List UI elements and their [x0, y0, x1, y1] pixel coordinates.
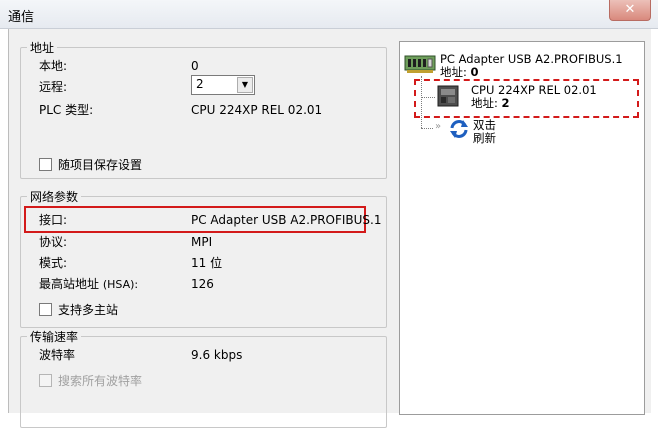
baud-legend: 传输速率	[27, 328, 82, 345]
checkbox-box[interactable]	[39, 303, 52, 316]
protocol-label: 协议:	[39, 235, 68, 249]
interface-label: 接口:	[39, 213, 68, 227]
hsa-value: 126	[191, 277, 214, 291]
baud-rate-label: 波特率	[39, 348, 76, 362]
checkbox-box[interactable]	[39, 374, 52, 387]
checkbox-box[interactable]	[39, 158, 52, 171]
double-arrow-icon: »	[435, 121, 442, 132]
close-button[interactable]: ✕	[609, 0, 651, 21]
cpu-address: 地址: 2	[471, 97, 510, 110]
search-all-baud-checkbox[interactable]: 搜索所有波特率	[39, 373, 142, 389]
baud-rate-value: 9.6 kbps	[191, 348, 243, 362]
interface-value: PC Adapter USB A2.PROFIBUS.1	[191, 213, 382, 227]
save-with-project-label: 随项目保存设置	[58, 158, 143, 172]
chevron-down-icon[interactable]: ▼	[237, 77, 253, 93]
plc-type-value: CPU 224XP REL 02.01	[191, 103, 323, 117]
plc-type-label: PLC 类型:	[39, 103, 94, 117]
mode-value: 11 位	[191, 256, 223, 270]
local-value: 0	[191, 59, 199, 73]
refresh-label-line2[interactable]: 刷新	[473, 132, 496, 145]
adapter-address-value: 0	[470, 65, 479, 79]
protocol-value: MPI	[191, 235, 213, 249]
refresh-icon[interactable]	[448, 118, 470, 140]
plc-cpu-icon	[437, 85, 459, 107]
close-icon: ✕	[624, 2, 636, 17]
mode-label: 模式:	[39, 256, 68, 270]
multi-master-checkbox[interactable]: 支持多主站	[39, 302, 118, 318]
pc-adapter-icon	[404, 55, 436, 73]
multi-master-label: 支持多主站	[58, 303, 119, 317]
hsa-label: 最高站地址 (HSA):	[39, 276, 138, 292]
cpu-address-label: 地址:	[471, 96, 498, 110]
remote-address-select[interactable]: 2 ▼	[191, 75, 255, 95]
title-bar: 通信 ✕	[0, 0, 658, 29]
search-all-baud-label: 搜索所有波特率	[58, 374, 143, 388]
local-label: 本地:	[39, 59, 68, 73]
hsa-label-suffix: (HSA):	[102, 278, 139, 291]
device-tree-panel[interactable]: PC Adapter USB A2.PROFIBUS.1 地址: 0 CPU 2…	[399, 41, 645, 415]
hsa-label-text: 最高站地址	[39, 277, 100, 291]
network-legend: 网络参数	[27, 188, 82, 205]
tree-connector	[421, 128, 433, 129]
remote-address-value: 2	[196, 77, 204, 91]
window-title: 通信	[8, 10, 35, 25]
dialog-client: 地址 本地: 0 远程: 2 ▼ PLC 类型: CPU 224XP REL 0…	[8, 29, 651, 428]
adapter-address-label: 地址:	[440, 65, 467, 79]
adapter-address: 地址: 0	[440, 66, 479, 79]
remote-label: 远程:	[39, 80, 68, 94]
cpu-address-value: 2	[501, 96, 510, 110]
save-with-project-checkbox[interactable]: 随项目保存设置	[39, 157, 142, 173]
address-legend: 地址	[27, 39, 58, 56]
